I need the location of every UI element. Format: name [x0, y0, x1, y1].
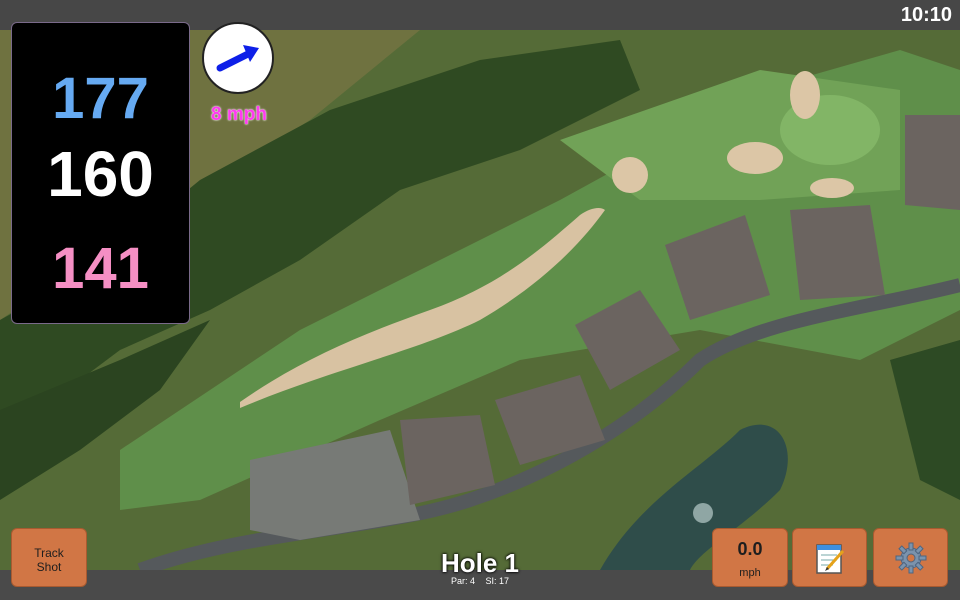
settings-button[interactable] — [873, 528, 948, 587]
speed-value: 0.0 — [737, 539, 763, 559]
notes-button[interactable] — [792, 528, 867, 587]
wind-direction-dial — [202, 22, 274, 94]
back-distance: 177 — [52, 66, 149, 131]
hole-stroke-index: SI: 17 — [485, 576, 510, 586]
wind-speed: 8 mph — [211, 104, 267, 125]
speed-unit: mph — [739, 567, 761, 579]
clock: 10:10 — [900, 4, 952, 26]
arrow-icon — [216, 45, 259, 72]
hole-info: Par: 4 SI: 17 — [400, 576, 560, 586]
middle-distance: 160 — [47, 138, 154, 210]
front-distance: 141 — [52, 236, 149, 301]
notepad-icon — [816, 544, 845, 574]
track-shot-label-line2: Shot — [36, 560, 62, 574]
distance-panel: 177 160 141 — [11, 22, 190, 324]
hole-par: Par: 4 — [450, 576, 475, 586]
gear-icon — [895, 542, 927, 574]
track-shot-button[interactable]: Track Shot — [11, 528, 87, 587]
speed-button[interactable]: 0.0 mph — [712, 528, 788, 587]
hole-title: Hole 1 — [440, 548, 520, 578]
track-shot-label-line1: Track — [34, 546, 64, 560]
